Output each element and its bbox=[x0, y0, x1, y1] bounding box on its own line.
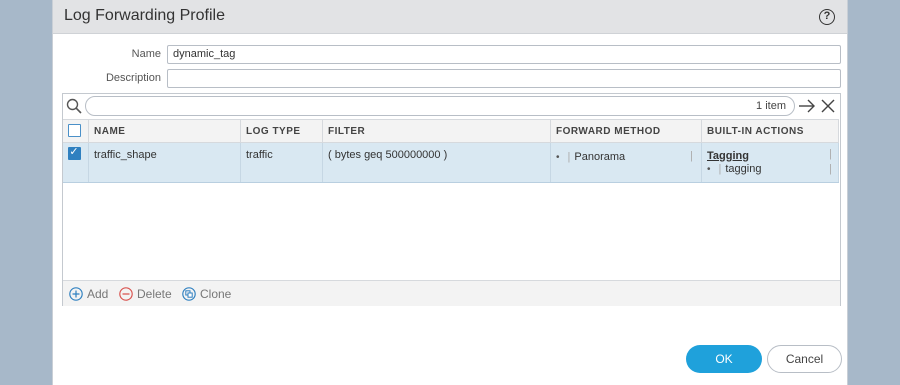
clone-label: Clone bbox=[200, 287, 232, 301]
grid-header-row: NAME LOG TYPE FILTER FORWARD METHOD BUIL… bbox=[63, 119, 839, 143]
search-icon[interactable] bbox=[66, 98, 82, 114]
row-select-cell: ✓ bbox=[63, 143, 89, 182]
grid-search-bar: 1 item bbox=[63, 94, 840, 119]
check-icon: ✓ bbox=[69, 146, 79, 158]
dialog-title: Log Forwarding Profile bbox=[64, 7, 225, 24]
dialog-titlebar: Log Forwarding Profile ? bbox=[53, 0, 847, 34]
item-count: 1 item bbox=[756, 100, 786, 112]
cell-forward-method: • | Panorama | bbox=[551, 143, 702, 182]
clone-button[interactable]: Clone bbox=[182, 287, 231, 301]
cancel-button[interactable]: Cancel bbox=[767, 345, 842, 373]
action-value-line: • | tagging bbox=[707, 163, 833, 175]
column-header-name[interactable]: NAME bbox=[89, 120, 241, 142]
bullet-icon: • bbox=[556, 152, 560, 163]
delete-button[interactable]: Delete bbox=[119, 287, 172, 301]
forwarding-match-list-grid: 1 item NAME LOG TYPE FILTER FORWARD METH… bbox=[62, 93, 841, 306]
column-header-forward-method[interactable]: FORWARD METHOD bbox=[551, 120, 702, 142]
add-icon bbox=[69, 287, 83, 301]
action-value: tagging bbox=[725, 163, 762, 175]
grid-toolbar: Add Delete Clone bbox=[63, 280, 840, 306]
log-forwarding-profile-dialog: Log Forwarding Profile ? Name dynamic_ta… bbox=[52, 0, 848, 385]
ok-button[interactable]: OK bbox=[686, 345, 762, 373]
delete-icon bbox=[119, 287, 133, 301]
cell-filter: ( bytes geq 500000000 ) bbox=[323, 143, 551, 182]
row-checkbox[interactable]: ✓ bbox=[68, 146, 81, 160]
cell-name[interactable]: traffic_shape bbox=[89, 143, 241, 182]
divider: | bbox=[829, 163, 832, 175]
add-button[interactable]: Add bbox=[69, 287, 108, 301]
cell-built-in-actions: Tagging • | tagging | | bbox=[702, 143, 839, 182]
column-header-filter[interactable]: FILTER bbox=[323, 120, 551, 142]
description-input[interactable] bbox=[167, 69, 841, 88]
table-row[interactable]: ✓ traffic_shape traffic ( bytes geq 5000… bbox=[63, 143, 839, 183]
select-all-cell bbox=[63, 120, 89, 142]
divider: | bbox=[567, 151, 571, 163]
name-input[interactable]: dynamic_tag bbox=[167, 45, 841, 64]
forward-method-value: Panorama bbox=[574, 151, 626, 163]
delete-label: Delete bbox=[137, 287, 172, 301]
bullet-icon: • bbox=[707, 164, 711, 175]
description-label: Description bbox=[105, 72, 161, 84]
divider: | bbox=[690, 150, 693, 162]
tagging-action-link[interactable]: Tagging bbox=[707, 150, 833, 162]
apply-filter-arrow-icon[interactable] bbox=[798, 98, 816, 114]
divider: | bbox=[718, 163, 722, 175]
search-input[interactable]: 1 item bbox=[85, 96, 795, 116]
add-label: Add bbox=[87, 287, 109, 301]
column-header-log-type[interactable]: LOG TYPE bbox=[241, 120, 323, 142]
clone-icon bbox=[182, 287, 196, 301]
select-all-checkbox[interactable] bbox=[68, 124, 81, 137]
name-label: Name bbox=[131, 48, 161, 60]
clear-filter-x-icon[interactable] bbox=[821, 99, 835, 113]
divider: | bbox=[829, 148, 832, 160]
cell-log-type: traffic bbox=[241, 143, 323, 182]
help-icon[interactable]: ? bbox=[819, 9, 835, 25]
column-header-built-in-actions[interactable]: BUILT-IN ACTIONS bbox=[702, 120, 839, 142]
